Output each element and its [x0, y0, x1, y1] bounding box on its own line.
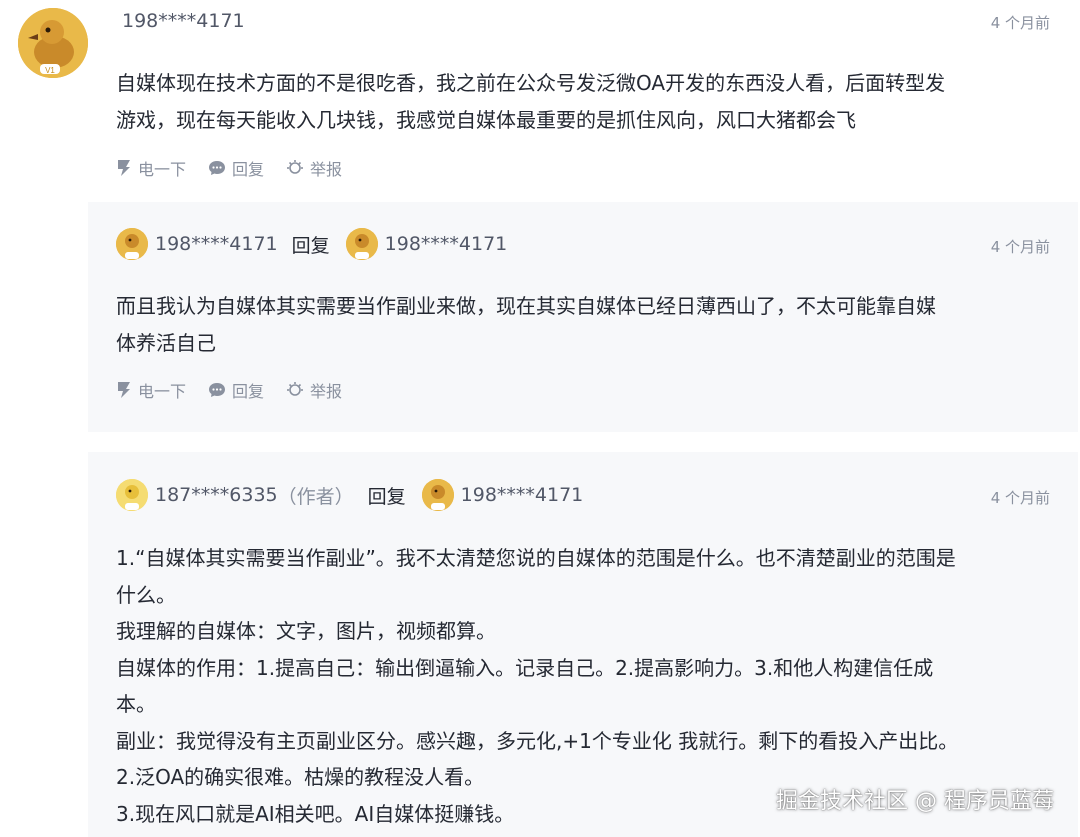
report-button[interactable]: 举报 — [286, 378, 342, 402]
reply-text-line: 本。 — [116, 692, 156, 716]
author-tag: （作者） — [277, 485, 354, 508]
like-label: 电一下 — [138, 160, 187, 179]
report-icon — [287, 160, 304, 174]
like-button[interactable]: 电一下 — [116, 378, 186, 402]
reply-button[interactable]: 回复 — [208, 378, 264, 402]
reply-to-avatar[interactable] — [345, 228, 378, 260]
like-button[interactable]: 电一下 — [116, 156, 186, 180]
duck-avatar-icon: V1 — [18, 8, 88, 78]
reply-word: 回复 — [367, 485, 406, 508]
reply-header: 198****4171 回复 198****4171 — [116, 228, 507, 260]
report-label: 举报 — [310, 160, 343, 179]
reply-header: 187****6335 （作者） 回复 198****4171 — [116, 479, 583, 511]
chick-avatar-icon — [116, 479, 148, 511]
reply-time: 4 个月前 — [990, 238, 1050, 256]
comment-text-line: 自媒体现在技术方面的不是很吃香，我之前在公众号发泛微OA开发的东西没人看，后面转… — [116, 71, 946, 95]
reply-text-line: 体养活自己 — [116, 331, 216, 355]
comment-bubble-icon — [209, 383, 226, 397]
watermark: 掘金技术社区 @ 程序员蓝莓 — [776, 789, 1054, 814]
reply-from-avatar[interactable] — [116, 479, 148, 511]
reply-text-line: 自媒体的作用：1.提高自己：输出倒逼输入。记录自己。2.提高影响力。3.和他人构… — [116, 655, 934, 680]
lightning-icon — [118, 160, 130, 176]
report-icon — [287, 382, 304, 396]
reply-label: 回复 — [232, 160, 265, 179]
reply-text: 而且我认为自媒体其实需要当作副业来做，现在其实自媒体已经日薄西山了，不太可能靠自… — [116, 288, 936, 362]
reply-text-line: 1.“自媒体其实需要当作副业”。我不太清楚您说的自媒体的范围是什么。也不清楚副业… — [116, 546, 956, 570]
duck-avatar-icon — [345, 228, 378, 260]
reply-text-line: 我理解的自媒体：文字，图片，视频都算。 — [116, 619, 496, 643]
reply-to-username[interactable]: 198****4171 — [461, 484, 584, 506]
reply-from-username[interactable]: 198****4171 — [155, 233, 278, 255]
user-avatar[interactable]: V1 — [18, 8, 88, 78]
report-button[interactable]: 举报 — [286, 156, 342, 180]
reply-word: 回复 — [291, 234, 330, 257]
comment-time: 4 个月前 — [990, 14, 1050, 32]
reply-label: 回复 — [232, 382, 265, 401]
lightning-icon — [118, 382, 130, 398]
like-label: 电一下 — [138, 382, 187, 401]
duck-avatar-icon — [116, 228, 148, 260]
reply-to-avatar[interactable] — [421, 479, 454, 511]
comment-actions: 电一下 回复 举报 — [116, 156, 342, 180]
reply-card: 198****4171 回复 198****4171 4 个月前 而且我认为自媒… — [88, 202, 1078, 432]
reply-text-line: 而且我认为自媒体其实需要当作副业来做，现在其实自媒体已经日薄西山了，不太可能靠自… — [116, 294, 936, 318]
reply-button[interactable]: 回复 — [208, 156, 264, 180]
reply-card: 187****6335 （作者） 回复 198****4171 4 个月前 1.… — [88, 452, 1078, 837]
reply-time: 4 个月前 — [990, 489, 1050, 507]
comment-text: 自媒体现在技术方面的不是很吃香，我之前在公众号发泛微OA开发的东西没人看，后面转… — [116, 65, 945, 139]
reply-text-line: 什么。 — [116, 582, 176, 607]
duck-avatar-icon — [421, 479, 454, 511]
comment-bubble-icon — [209, 161, 226, 175]
reply-from-avatar[interactable] — [116, 228, 148, 260]
reply-to-username[interactable]: 198****4171 — [385, 233, 508, 255]
reply-text-line: 副业：我觉得没有主页副业区分。感兴趣，多元化,+1个专业化 我就行。剩下的看投入… — [116, 728, 959, 753]
comment-username[interactable]: 198****4171 — [122, 10, 245, 32]
report-label: 举报 — [310, 382, 343, 401]
reply-from-username[interactable]: 187****6335 — [155, 484, 278, 506]
comment-text-line: 游戏，现在每天能收入几块钱，我感觉自媒体最重要的是抓住风向，风口大猪都会飞 — [116, 108, 856, 132]
svg-text:V1: V1 — [45, 66, 55, 75]
reply-actions: 电一下 回复 举报 — [116, 378, 342, 402]
